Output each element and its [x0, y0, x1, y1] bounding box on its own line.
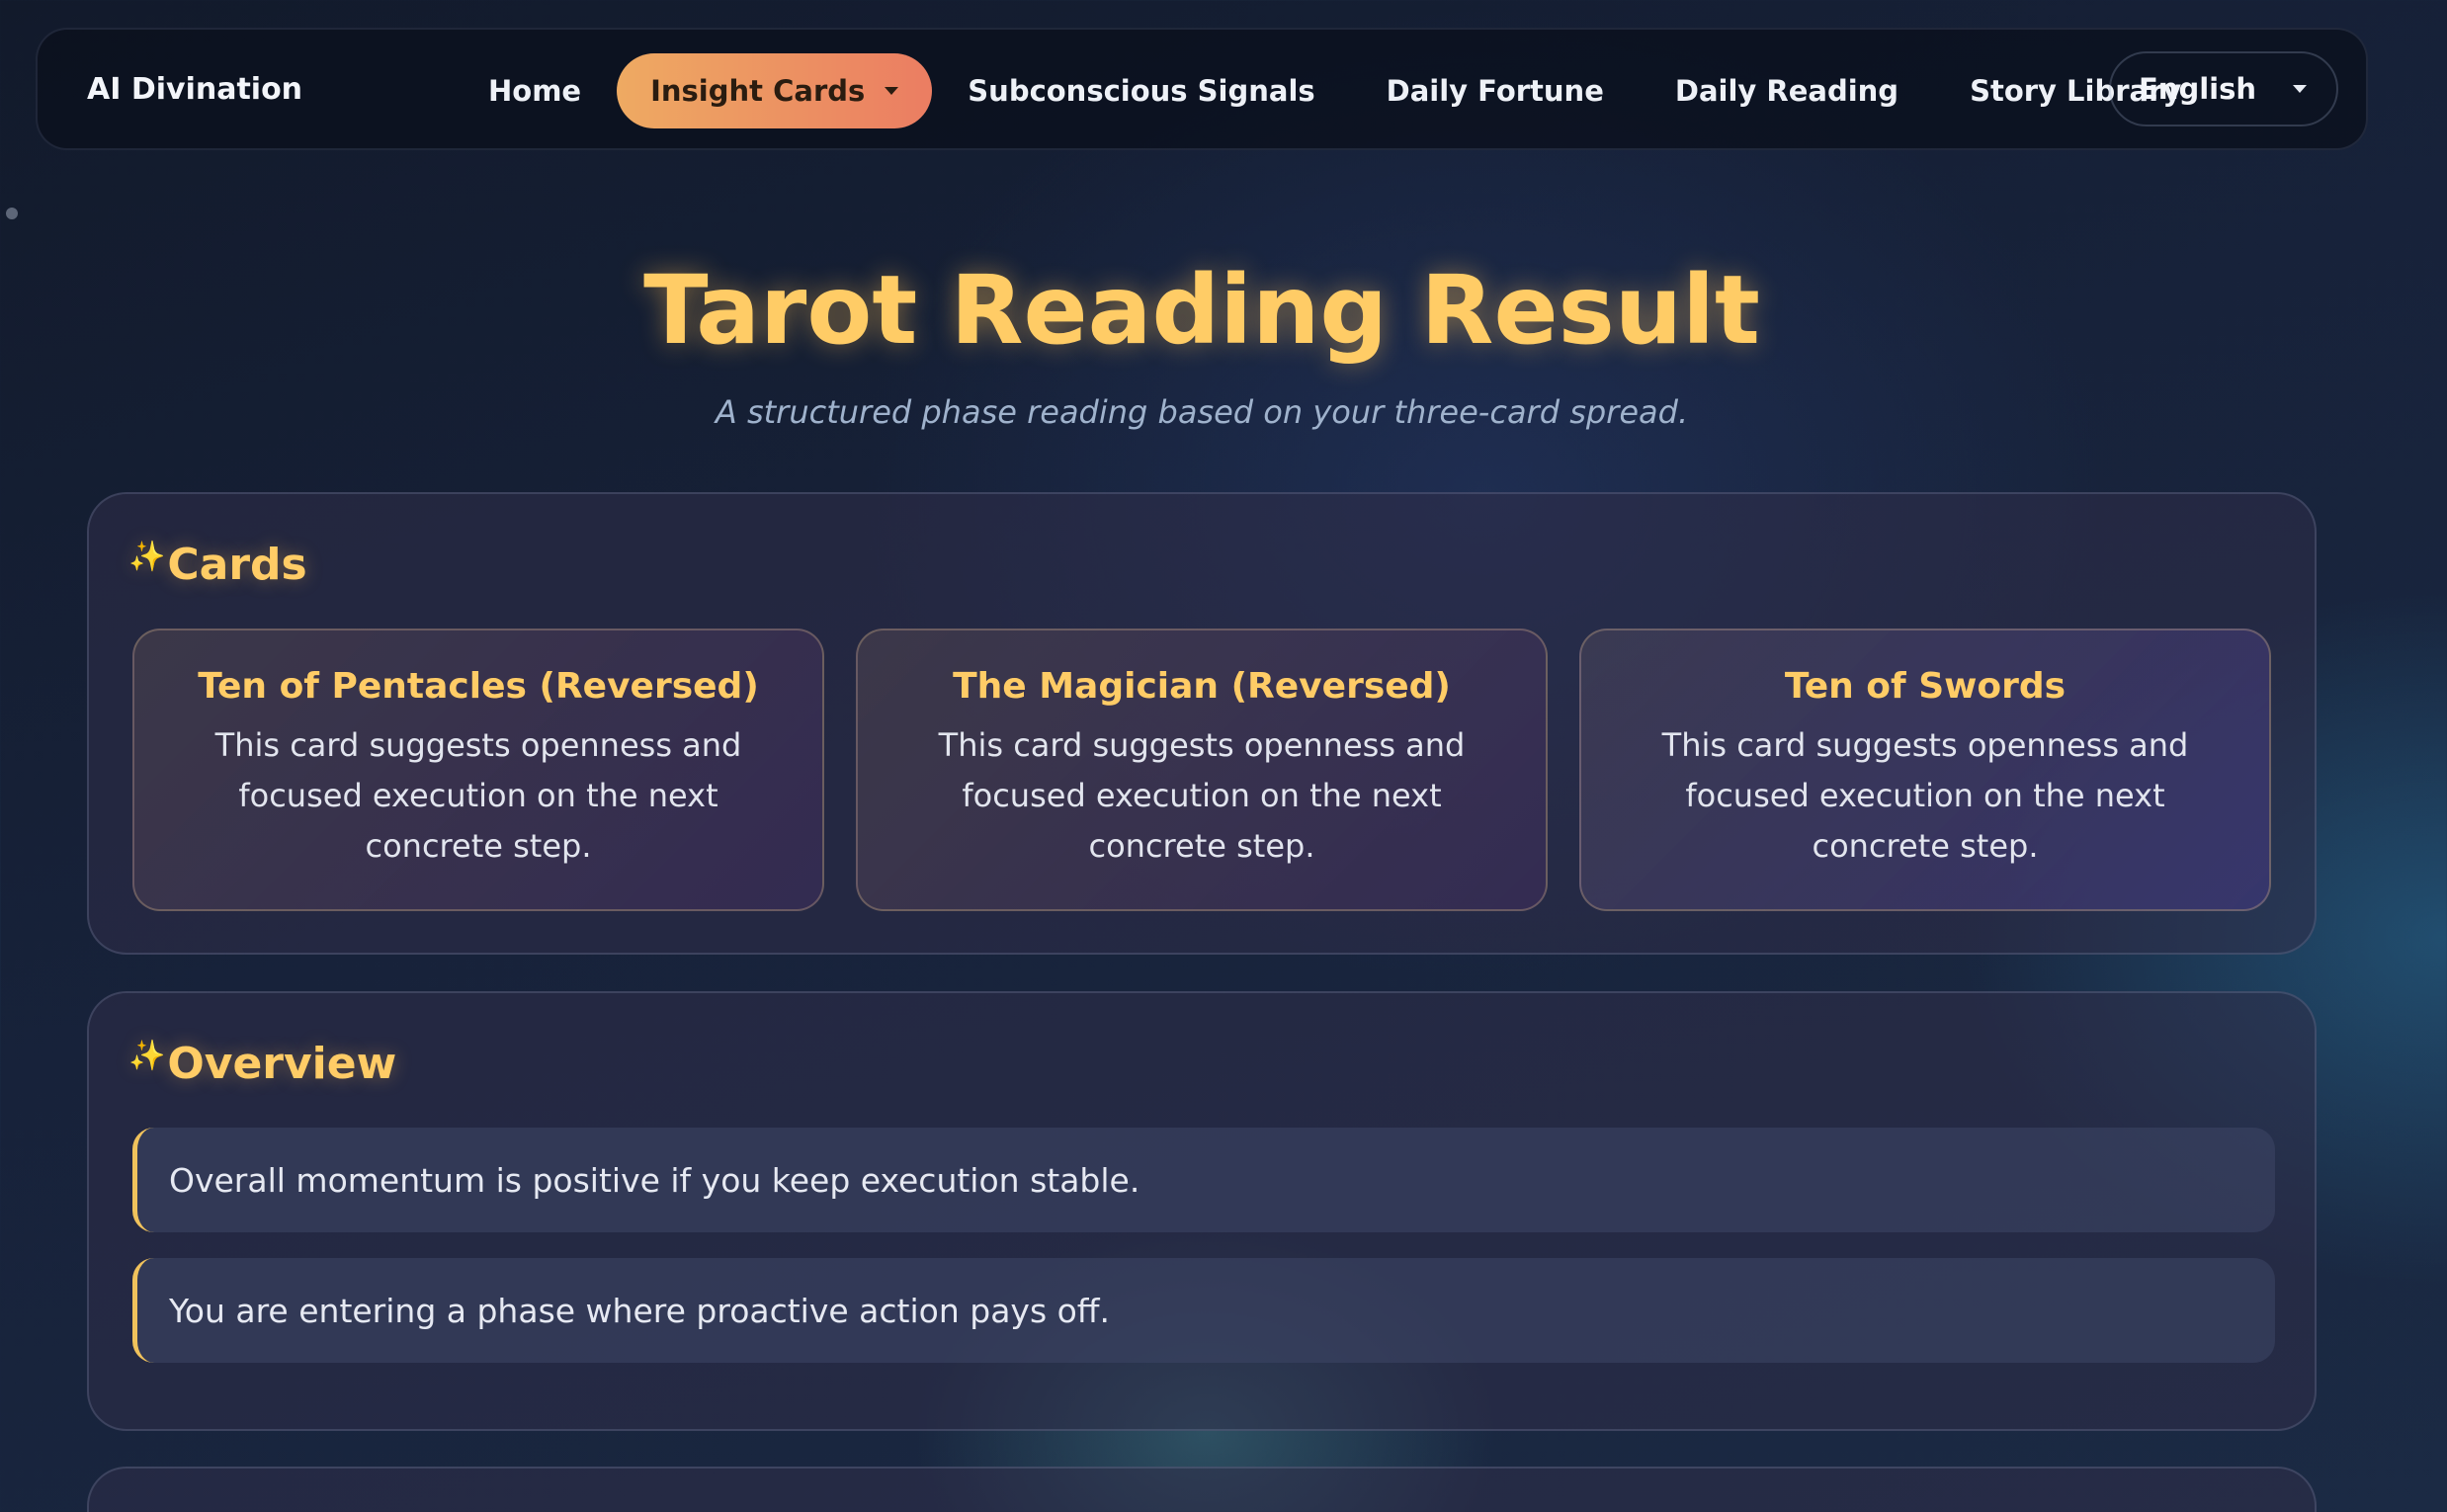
- cards-panel: ✨ Cards Ten of Pentacles (Reversed) This…: [87, 492, 2317, 955]
- language-select-value: English: [2139, 72, 2257, 106]
- nav-menu: Home Insight Cards Subconscious Signals …: [453, 30, 2217, 152]
- chevron-down-icon: [885, 87, 899, 95]
- section-title-overview-label: Overview: [167, 1039, 397, 1089]
- tarot-card: The Magician (Reversed) This card sugges…: [856, 629, 1548, 911]
- brand-logo-text[interactable]: AI Divination: [87, 72, 302, 107]
- section-title-cards: ✨ Cards: [128, 540, 307, 590]
- tarot-card-description: This card suggests openness and focused …: [214, 726, 742, 865]
- tarot-card: Ten of Pentacles (Reversed) This card su…: [132, 629, 824, 911]
- tarot-card-name: Ten of Pentacles (Reversed): [198, 666, 759, 707]
- section-title-cards-label: Cards: [167, 540, 307, 590]
- overview-panel: ✨ Overview Overall momentum is positive …: [87, 991, 2317, 1431]
- page-subtitle: A structured phase reading based on your…: [715, 393, 1689, 431]
- tarot-card-description: This card suggests openness and focused …: [938, 726, 1466, 865]
- nav-item-daily-fortune[interactable]: Daily Fortune: [1351, 74, 1640, 108]
- scroll-indicator-dot: [6, 208, 18, 219]
- overview-item: You are entering a phase where proactive…: [132, 1258, 2275, 1363]
- tarot-card-name: The Magician (Reversed): [953, 666, 1451, 707]
- nav-item-home[interactable]: Home: [453, 74, 617, 108]
- nav-item-insight-cards[interactable]: Insight Cards: [617, 53, 933, 128]
- section-title-overview: ✨ Overview: [128, 1039, 396, 1089]
- card-list: Ten of Pentacles (Reversed) This card su…: [132, 629, 2271, 911]
- tarot-card-description: This card suggests openness and focused …: [1661, 726, 2189, 865]
- chevron-down-icon: [2293, 85, 2307, 93]
- nav-item-insight-cards-label: Insight Cards: [650, 74, 866, 108]
- tarot-card: Ten of Swords This card suggests opennes…: [1579, 629, 2271, 911]
- tarot-card-name: Ten of Swords: [1784, 666, 2067, 707]
- sparkles-icon: ✨: [128, 1039, 166, 1073]
- nav-item-subconscious-signals[interactable]: Subconscious Signals: [932, 74, 1350, 108]
- nav-item-daily-reading[interactable]: Daily Reading: [1640, 74, 1934, 108]
- language-select[interactable]: English: [2109, 51, 2338, 126]
- overview-item: Overall momentum is positive if you keep…: [132, 1128, 2275, 1232]
- overview-list: Overall momentum is positive if you keep…: [132, 1128, 2275, 1388]
- page-title: Tarot Reading Result: [643, 255, 1760, 366]
- top-navbar: AI Divination Home Insight Cards Subcons…: [36, 28, 2368, 150]
- sparkles-icon: ✨: [128, 540, 166, 574]
- next-section-panel: [87, 1467, 2317, 1512]
